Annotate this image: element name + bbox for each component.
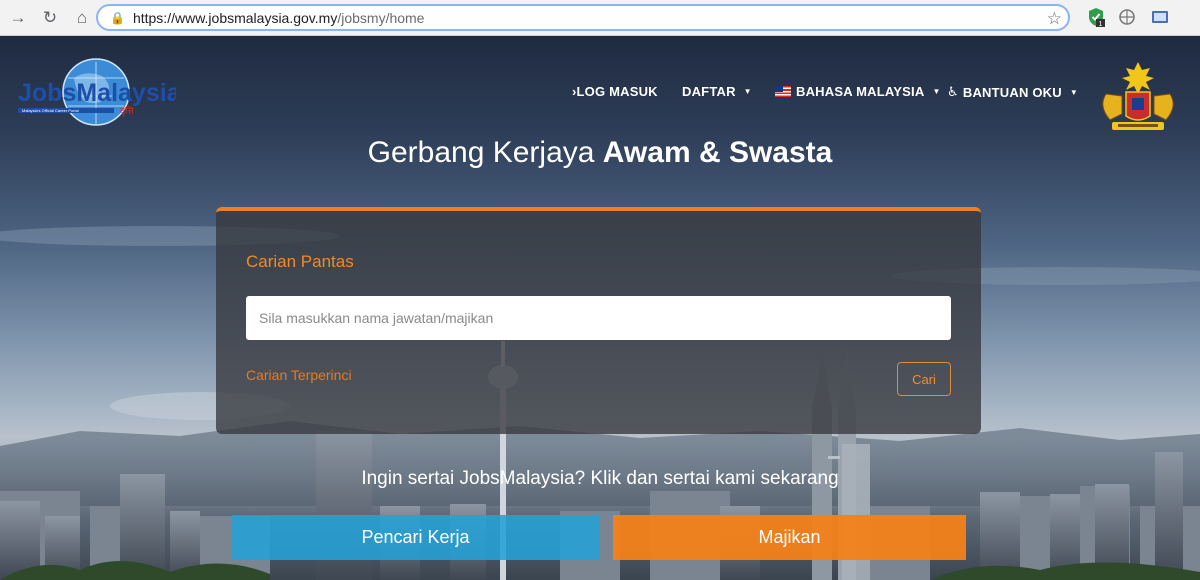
address-bar[interactable]: 🔒 https://www.jobsmalaysia.gov.my/jobsmy…	[96, 4, 1070, 31]
accessibility-dropdown[interactable]: ♿ BANTUAN OKU ▼	[947, 84, 1078, 100]
caret-down-icon: ▼	[932, 87, 941, 96]
job-search-input[interactable]	[246, 296, 951, 340]
jobsmalaysia-logo[interactable]: JobsMalaysia. Malaysia's Official Career…	[16, 56, 188, 126]
svg-text:वृत्ति: वृत्ति	[120, 105, 134, 117]
lock-icon: 🔒	[110, 10, 125, 25]
reload-icon[interactable]: ↻	[36, 4, 64, 32]
extension-globe-icon[interactable]	[1117, 7, 1137, 27]
back-icon[interactable]: →	[4, 4, 32, 32]
hero-headline: Gerbang Kerjaya Awam & Swasta	[367, 136, 833, 169]
search-button[interactable]: Cari	[897, 362, 951, 396]
quick-search-title: Carian Pantas	[246, 252, 354, 271]
bookmark-star-icon[interactable]: ☆	[1047, 9, 1062, 29]
svg-text:1: 1	[1099, 21, 1103, 27]
employer-button[interactable]: Majikan	[613, 515, 966, 560]
browser-toolbar: → ↻ ⌂ 🔒 https://www.jobsmalaysia.gov.my/…	[0, 0, 1200, 36]
login-link[interactable]: › LOG MASUK	[572, 84, 658, 99]
malaysia-flag-icon	[775, 86, 791, 97]
caret-down-icon: ▼	[743, 87, 752, 96]
join-prompt: Ingin sertai JobsMalaysia? Klik dan sert…	[361, 468, 839, 489]
wheelchair-icon: ♿	[947, 84, 959, 99]
url-text: https://www.jobsmalaysia.gov.my/jobsmy/h…	[132, 9, 425, 26]
caret-down-icon: ▼	[1069, 87, 1078, 97]
extension-cast-icon[interactable]	[1150, 7, 1170, 27]
home-icon[interactable]: ⌂	[68, 4, 96, 32]
svg-text:JobsMalaysia.: JobsMalaysia.	[18, 79, 176, 107]
job-seeker-button[interactable]: Pencari Kerja	[232, 515, 599, 560]
extension-shield-icon[interactable]: 1	[1086, 7, 1106, 28]
coat-of-arms-icon	[1092, 58, 1184, 134]
advanced-search-link[interactable]: Carian Terperinci	[246, 367, 352, 383]
svg-text:Malaysia's Official Career Por: Malaysia's Official Career Portal	[22, 108, 79, 113]
language-dropdown[interactable]: BAHASA MALAYSIA ▼	[775, 84, 941, 99]
register-dropdown[interactable]: DAFTAR ▼	[682, 84, 752, 99]
